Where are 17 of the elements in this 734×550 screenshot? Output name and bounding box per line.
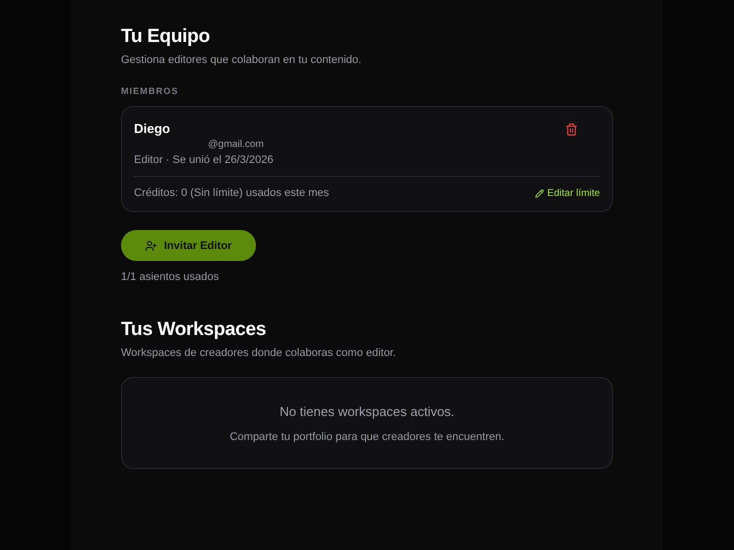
credits-text: Créditos: 0 (Sin límite) usados este mes (134, 187, 330, 199)
edit-limit-link[interactable]: Editar límite (535, 188, 600, 198)
seats-text: 1/1 asientos usados (121, 271, 220, 283)
empty-hint: Comparte tu portfolio para que creadores te encuentren. (230, 430, 504, 442)
section-subtitle: Gestiona editores que colaboran en tu contenido. (121, 54, 362, 66)
section-title: Tus Workspaces (121, 319, 268, 341)
empty-title: No tienes workspaces activos. (280, 404, 454, 418)
member-email: @gmail.com (207, 139, 265, 150)
members-label: MIEMBROS (121, 86, 180, 96)
section-title: Tu Equipo (121, 26, 211, 48)
delete-icon[interactable] (563, 121, 580, 138)
member-role: Editor · Se unió el 26/3/2026 (134, 154, 274, 166)
pencil-icon (535, 188, 544, 198)
member-name: Diego (134, 121, 172, 136)
section-subtitle: Workspaces de creadores donde colaboras como editor. (121, 347, 397, 359)
user-plus-icon (145, 240, 157, 252)
invite-button[interactable]: Invitar Editor (121, 230, 256, 261)
